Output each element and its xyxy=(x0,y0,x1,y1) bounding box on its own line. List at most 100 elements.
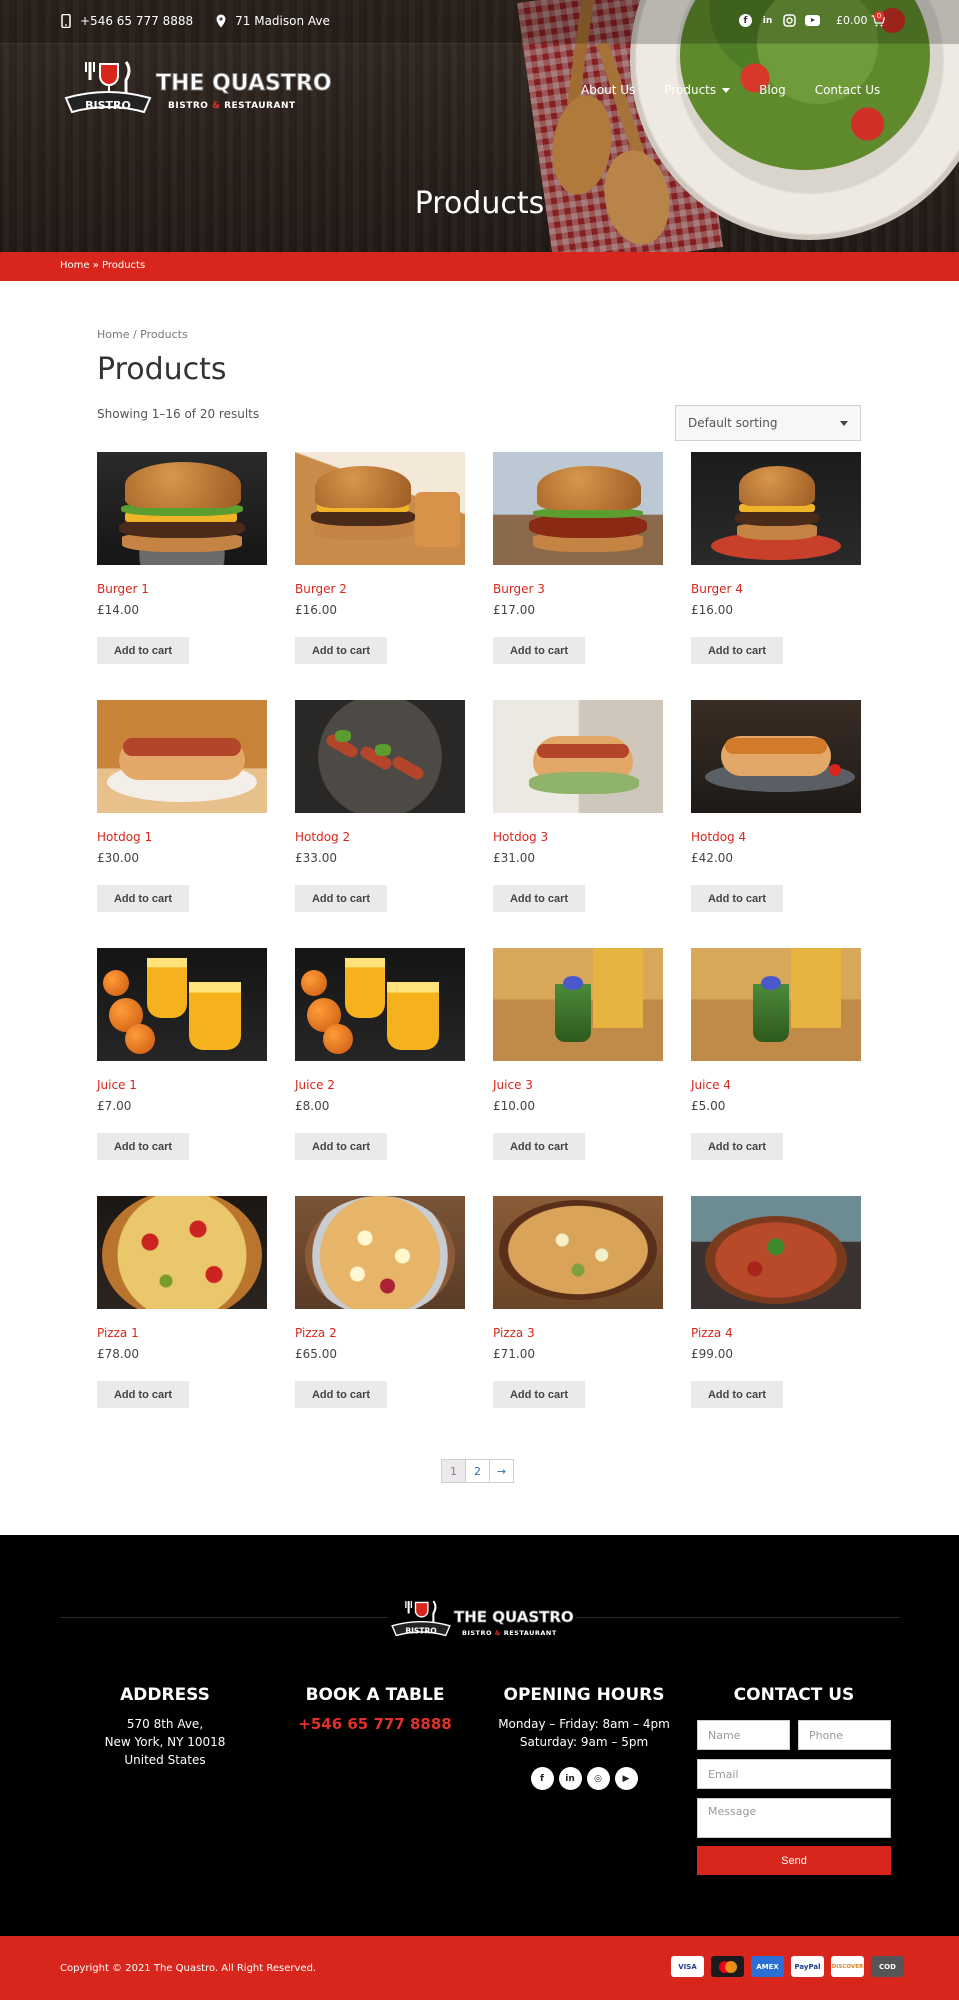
footer-logo-subtitle: BISTRO & RESTAURANT xyxy=(462,1629,557,1637)
facebook-icon[interactable]: f xyxy=(739,14,752,27)
add-to-cart-button[interactable]: Add to cart xyxy=(493,637,585,664)
bistro-badge-icon: BISTRO xyxy=(64,61,152,114)
product-image[interactable] xyxy=(97,948,267,1061)
add-to-cart-button[interactable]: Add to cart xyxy=(97,1381,189,1408)
product-title[interactable]: Pizza 3 xyxy=(493,1326,535,1340)
product-card: Hotdog 1 £30.00 Add to cart xyxy=(97,700,267,915)
product-image[interactable] xyxy=(295,1196,465,1309)
book-table-phone[interactable]: +546 65 777 8888 xyxy=(285,1715,465,1733)
add-to-cart-button[interactable]: Add to cart xyxy=(295,1381,387,1408)
product-image[interactable] xyxy=(493,700,663,813)
footer-logo[interactable]: BISTRO THE QUASTRO BISTRO & RESTAURANT xyxy=(388,1598,576,1646)
product-card: Juice 3 £10.00 Add to cart xyxy=(493,948,663,1163)
add-to-cart-button[interactable]: Add to cart xyxy=(295,1133,387,1160)
product-image[interactable] xyxy=(97,1196,267,1309)
instagram-icon[interactable] xyxy=(783,14,796,27)
facebook-icon[interactable]: f xyxy=(530,1767,554,1790)
next-page-arrow-icon[interactable]: → xyxy=(489,1459,514,1483)
top-address: 71 Madison Ave xyxy=(235,14,330,28)
discover-icon: DISCOVER xyxy=(831,1956,864,1977)
breadcrumb[interactable]: Home » Products xyxy=(60,260,145,271)
product-price: £30.00 xyxy=(97,851,139,865)
product-image[interactable] xyxy=(295,452,465,565)
logo-subtitle: BISTRO & RESTAURANT xyxy=(168,101,296,111)
name-field[interactable]: Name xyxy=(697,1720,790,1750)
add-to-cart-button[interactable]: Add to cart xyxy=(295,885,387,912)
product-image[interactable] xyxy=(493,1196,663,1309)
site-logo[interactable]: BISTRO THE QUASTRO BISTRO & RESTAURANT xyxy=(60,58,332,124)
sort-select[interactable]: Default sorting xyxy=(675,405,861,441)
add-to-cart-button[interactable]: Add to cart xyxy=(691,885,783,912)
add-to-cart-button[interactable]: Add to cart xyxy=(97,1133,189,1160)
add-to-cart-button[interactable]: Add to cart xyxy=(691,637,783,664)
product-image[interactable] xyxy=(97,452,267,565)
add-to-cart-button[interactable]: Add to cart xyxy=(493,1381,585,1408)
product-image[interactable] xyxy=(493,452,663,565)
product-card: Hotdog 2 £33.00 Add to cart xyxy=(295,700,465,915)
product-price: £14.00 xyxy=(97,603,139,617)
book-table-heading: BOOK A TABLE xyxy=(305,1685,445,1705)
product-title[interactable]: Burger 2 xyxy=(295,582,347,596)
add-to-cart-button[interactable]: Add to cart xyxy=(295,637,387,664)
footer-logo-badge-text: BISTRO xyxy=(405,1626,437,1635)
product-card: Burger 4 £16.00 Add to cart xyxy=(691,452,861,667)
nav-contact-us[interactable]: Contact Us xyxy=(815,83,881,97)
product-image[interactable] xyxy=(97,700,267,813)
cod-icon: COD xyxy=(871,1956,904,1977)
phone-icon xyxy=(61,14,71,28)
product-card: Pizza 4 £99.00 Add to cart xyxy=(691,1196,861,1411)
chevron-down-icon xyxy=(722,87,731,93)
breadcrumb-bar: Home » Products xyxy=(0,252,959,281)
product-image[interactable] xyxy=(295,700,465,813)
product-image[interactable] xyxy=(691,452,861,565)
product-title[interactable]: Pizza 1 xyxy=(97,1326,139,1340)
nav-blog[interactable]: Blog xyxy=(759,83,786,97)
product-image[interactable] xyxy=(691,948,861,1061)
linkedin-icon[interactable]: in xyxy=(558,1767,582,1790)
product-title[interactable]: Hotdog 2 xyxy=(295,830,350,844)
product-title[interactable]: Burger 3 xyxy=(493,582,545,596)
instagram-icon[interactable]: ◎ xyxy=(586,1767,610,1790)
youtube-icon[interactable]: ▶ xyxy=(614,1767,638,1790)
message-field[interactable]: Message xyxy=(697,1798,891,1838)
add-to-cart-button[interactable]: Add to cart xyxy=(493,885,585,912)
send-button[interactable]: Send xyxy=(697,1846,891,1875)
nav-products[interactable]: Products xyxy=(664,83,731,97)
top-social: f in xyxy=(739,14,820,27)
product-title[interactable]: Hotdog 1 xyxy=(97,830,152,844)
product-image[interactable] xyxy=(295,948,465,1061)
product-title[interactable]: Juice 1 xyxy=(97,1078,137,1092)
product-card: Hotdog 3 £31.00 Add to cart xyxy=(493,700,663,915)
youtube-icon[interactable] xyxy=(805,15,820,26)
product-title[interactable]: Burger 4 xyxy=(691,582,743,596)
add-to-cart-button[interactable]: Add to cart xyxy=(493,1133,585,1160)
product-image[interactable] xyxy=(691,1196,861,1309)
product-title[interactable]: Hotdog 3 xyxy=(493,830,548,844)
shop-breadcrumb[interactable]: Home / Products xyxy=(97,328,188,341)
product-card: Pizza 2 £65.00 Add to cart xyxy=(295,1196,465,1411)
add-to-cart-button[interactable]: Add to cart xyxy=(691,1133,783,1160)
product-title[interactable]: Pizza 4 xyxy=(691,1326,733,1340)
phone-field[interactable]: Phone xyxy=(798,1720,891,1750)
add-to-cart-button[interactable]: Add to cart xyxy=(97,637,189,664)
amex-icon: AMEX xyxy=(751,1956,784,1977)
product-price: £10.00 xyxy=(493,1099,535,1113)
add-to-cart-button[interactable]: Add to cart xyxy=(691,1381,783,1408)
product-title[interactable]: Juice 4 xyxy=(691,1078,731,1092)
product-title[interactable]: Hotdog 4 xyxy=(691,830,746,844)
email-field[interactable]: Email xyxy=(697,1759,891,1789)
product-price: £7.00 xyxy=(97,1099,132,1113)
page-2-link[interactable]: 2 xyxy=(465,1459,490,1483)
footer-book-table: BOOK A TABLE +546 65 777 8888 xyxy=(285,1685,465,1733)
linkedin-icon[interactable]: in xyxy=(761,14,774,27)
product-title[interactable]: Juice 2 xyxy=(295,1078,335,1092)
product-title[interactable]: Juice 3 xyxy=(493,1078,533,1092)
add-to-cart-button[interactable]: Add to cart xyxy=(97,885,189,912)
top-bar: +546 65 777 8888 71 Madison Ave f in £0.… xyxy=(0,0,959,44)
top-phone[interactable]: +546 65 777 8888 xyxy=(80,14,193,28)
product-image[interactable] xyxy=(691,700,861,813)
product-title[interactable]: Burger 1 xyxy=(97,582,149,596)
nav-about-us[interactable]: About Us xyxy=(581,83,635,97)
product-image[interactable] xyxy=(493,948,663,1061)
product-title[interactable]: Pizza 2 xyxy=(295,1326,337,1340)
